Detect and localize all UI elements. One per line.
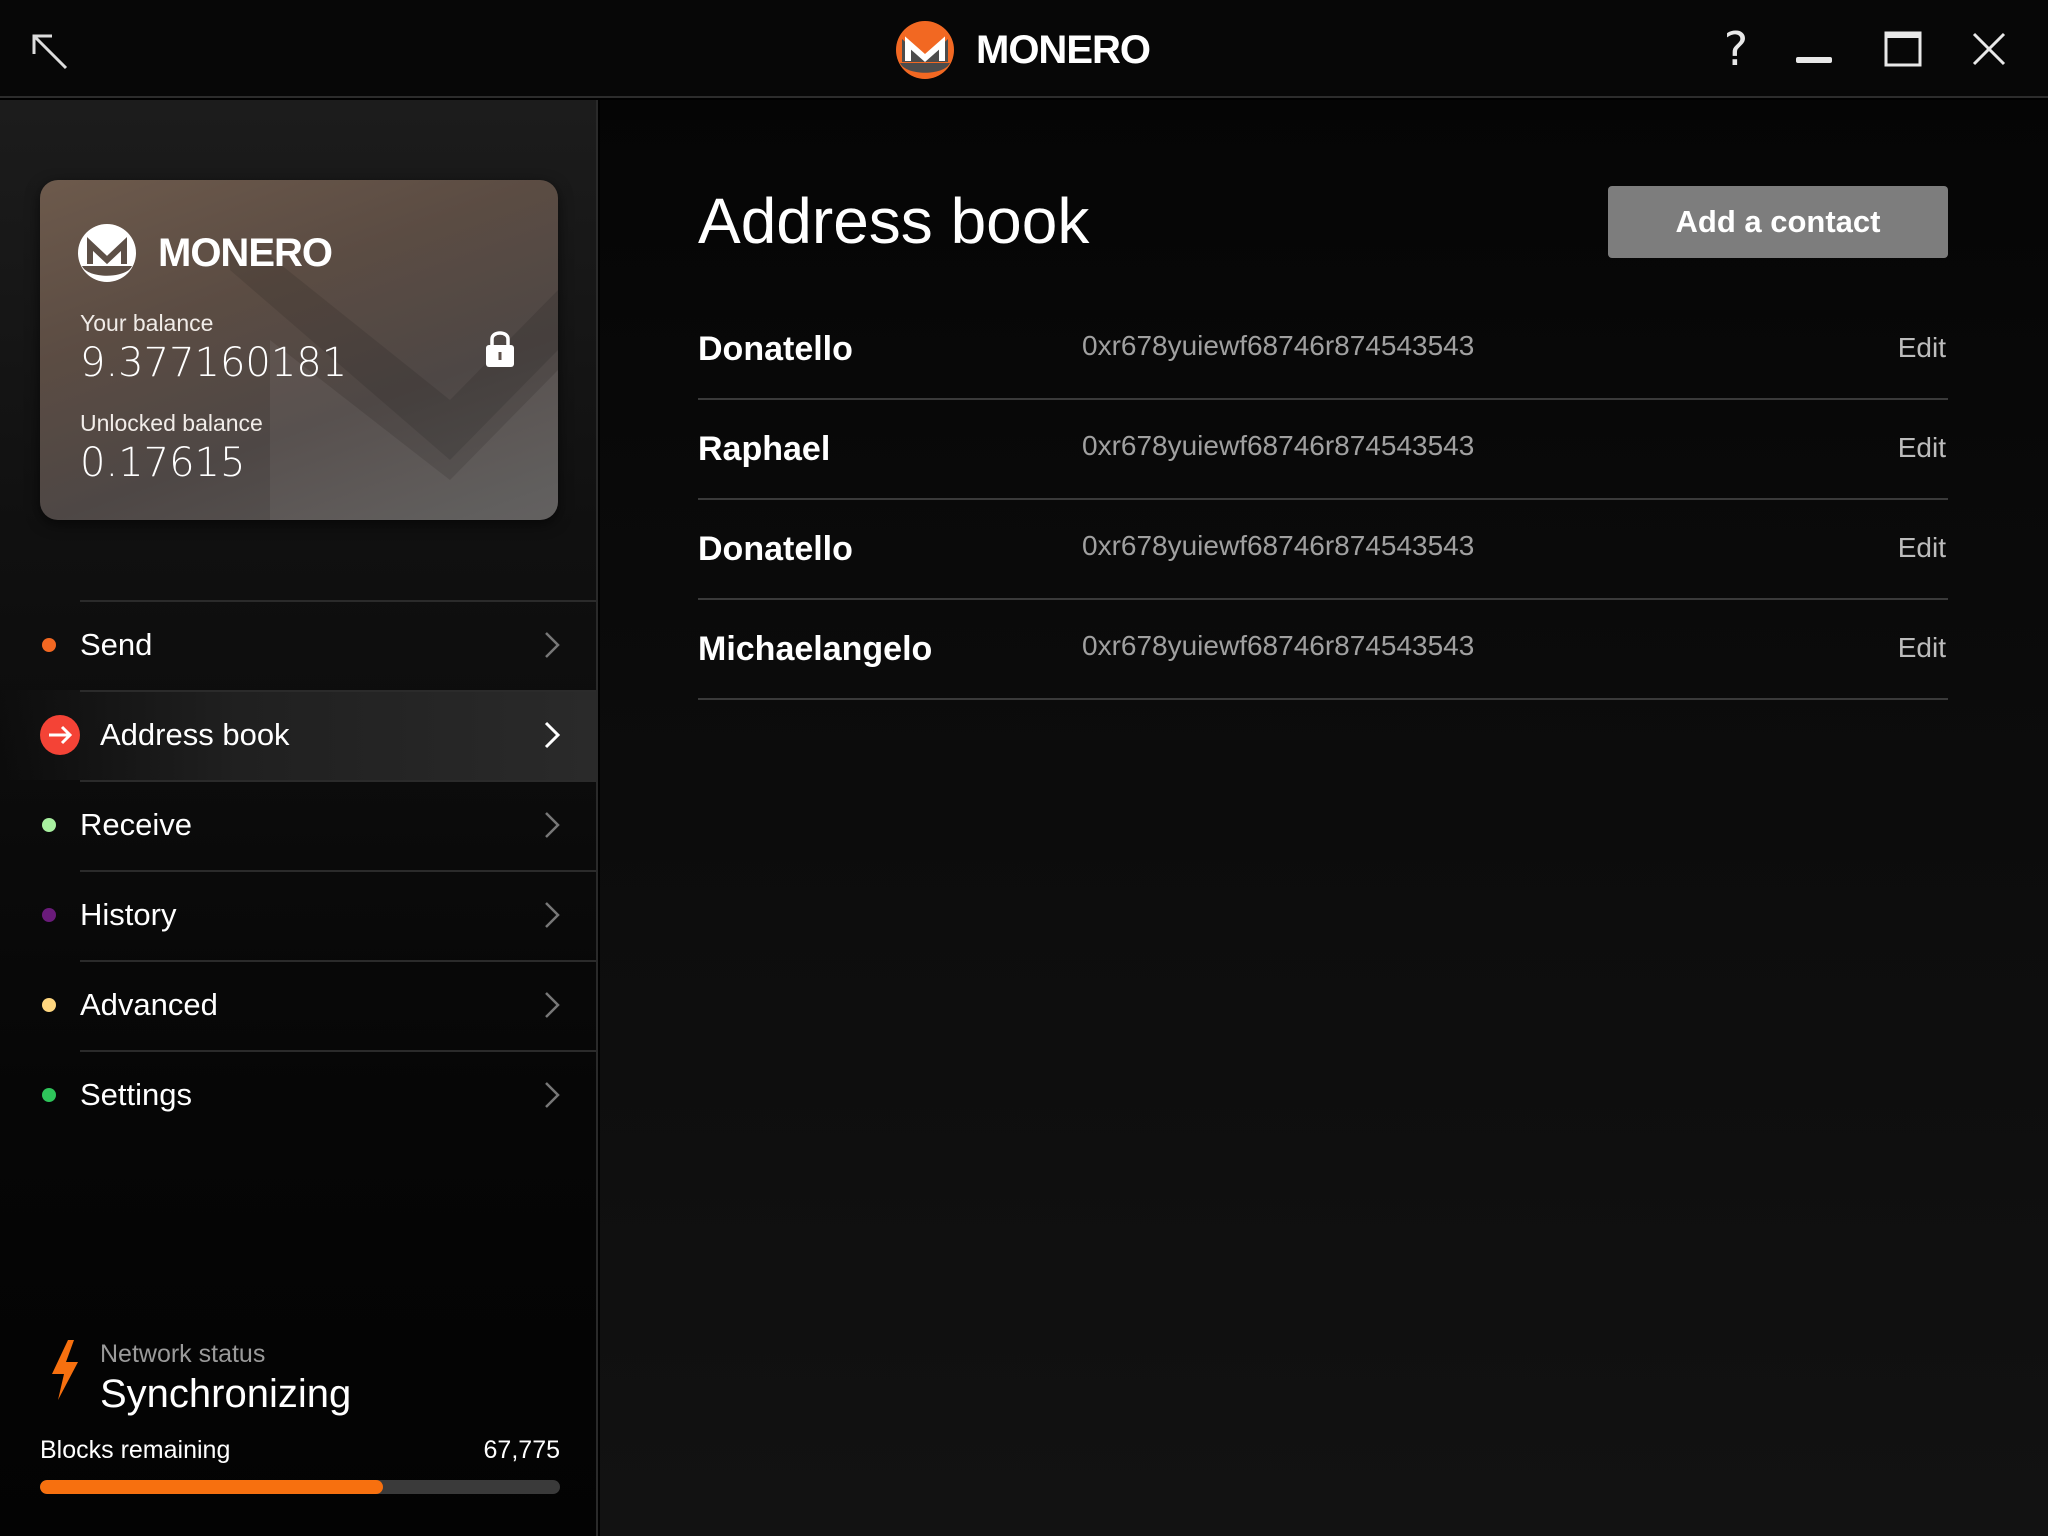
contact-row[interactable]: Michaelangelo 0xr678yuiewf68746r87454354… [698, 600, 1948, 700]
settings-dot-icon [42, 1088, 56, 1102]
unlocked-balance-value: 0.17615 [80, 440, 246, 486]
network-status-value: Synchronizing [100, 1372, 352, 1416]
contact-name: Raphael [698, 430, 831, 468]
page-title: Address book [698, 185, 1090, 257]
sidebar: MONERO Your balance 9.377160181 Unlocked… [0, 100, 598, 1536]
balance-label: Your balance [80, 310, 214, 336]
card-brand: MONERO [78, 224, 333, 282]
sidebar-nav: Send Address book Receive History Advanc… [0, 600, 596, 1140]
chevron-right-icon [545, 992, 560, 1018]
minimize-icon[interactable] [1787, 22, 1841, 76]
network-status-label: Network status [100, 1340, 266, 1368]
contact-row[interactable]: Donatello 0xr678yuiewf68746r874543543 Ed… [698, 300, 1948, 400]
app-title: MONERO [976, 27, 1151, 72]
sidebar-item-label: Send [80, 627, 153, 662]
close-icon[interactable] [1962, 22, 2016, 76]
contact-address: 0xr678yuiewf68746r874543543 [1082, 530, 1475, 561]
main-content: Address book Add a contact Donatello 0xr… [600, 100, 2048, 1536]
title-bar: MONERO ? [0, 0, 2048, 98]
sidebar-item-label: History [80, 897, 177, 932]
arrow-right-circle-icon [40, 715, 80, 755]
contact-name: Donatello [698, 530, 853, 568]
app-brand: MONERO [896, 20, 1151, 80]
wallet-card: MONERO Your balance 9.377160181 Unlocked… [40, 180, 558, 520]
sidebar-item-send[interactable]: Send [0, 600, 596, 690]
sidebar-item-receive[interactable]: Receive [0, 780, 596, 870]
edit-contact-button[interactable]: Edit [1898, 632, 1946, 664]
send-dot-icon [42, 638, 56, 652]
sync-progress-bar [40, 1480, 560, 1494]
contact-address: 0xr678yuiewf68746r874543543 [1082, 330, 1475, 361]
edit-contact-button[interactable]: Edit [1898, 532, 1946, 564]
help-icon[interactable]: ? [1709, 22, 1763, 76]
add-contact-button[interactable]: Add a contact [1608, 186, 1948, 258]
lightning-bolt-icon [52, 1340, 78, 1400]
unlocked-balance-label: Unlocked balance [80, 410, 263, 436]
lock-icon[interactable] [484, 328, 516, 368]
monero-logo-icon [896, 21, 954, 79]
maximize-icon[interactable] [1876, 22, 1930, 76]
back-arrow-icon[interactable] [26, 28, 72, 74]
receive-dot-icon [42, 818, 56, 832]
chevron-right-icon [545, 1082, 560, 1108]
contact-list: Donatello 0xr678yuiewf68746r874543543 Ed… [698, 300, 1948, 700]
history-dot-icon [42, 908, 56, 922]
sidebar-item-advanced[interactable]: Advanced [0, 960, 596, 1050]
chevron-right-icon [545, 812, 560, 838]
sidebar-item-history[interactable]: History [0, 870, 596, 960]
edit-contact-button[interactable]: Edit [1898, 332, 1946, 364]
chevron-right-icon [545, 632, 560, 658]
sidebar-item-label: Address book [100, 717, 290, 752]
sidebar-item-label: Advanced [80, 987, 218, 1022]
advanced-dot-icon [42, 998, 56, 1012]
sidebar-item-settings[interactable]: Settings [0, 1050, 596, 1140]
card-brand-text: MONERO [158, 230, 333, 275]
contact-row[interactable]: Raphael 0xr678yuiewf68746r874543543 Edit [698, 400, 1948, 500]
blocks-remaining-value: 67,775 [483, 1436, 560, 1464]
contact-address: 0xr678yuiewf68746r874543543 [1082, 630, 1475, 661]
monero-logo-icon [78, 224, 136, 282]
chevron-right-icon [545, 902, 560, 928]
contact-address: 0xr678yuiewf68746r874543543 [1082, 430, 1475, 461]
chevron-right-icon [544, 721, 561, 749]
sidebar-item-label: Settings [80, 1077, 193, 1112]
blocks-remaining-label: Blocks remaining [40, 1436, 231, 1464]
contact-name: Michaelangelo [698, 630, 933, 668]
contact-row[interactable]: Donatello 0xr678yuiewf68746r874543543 Ed… [698, 500, 1948, 600]
sidebar-item-address-book[interactable]: Address book [0, 690, 596, 780]
edit-contact-button[interactable]: Edit [1898, 432, 1946, 464]
balance-value: 9.377160181 [80, 340, 348, 386]
contact-name: Donatello [698, 330, 853, 368]
sidebar-item-label: Receive [80, 807, 192, 842]
sync-progress-fill [40, 1480, 384, 1494]
